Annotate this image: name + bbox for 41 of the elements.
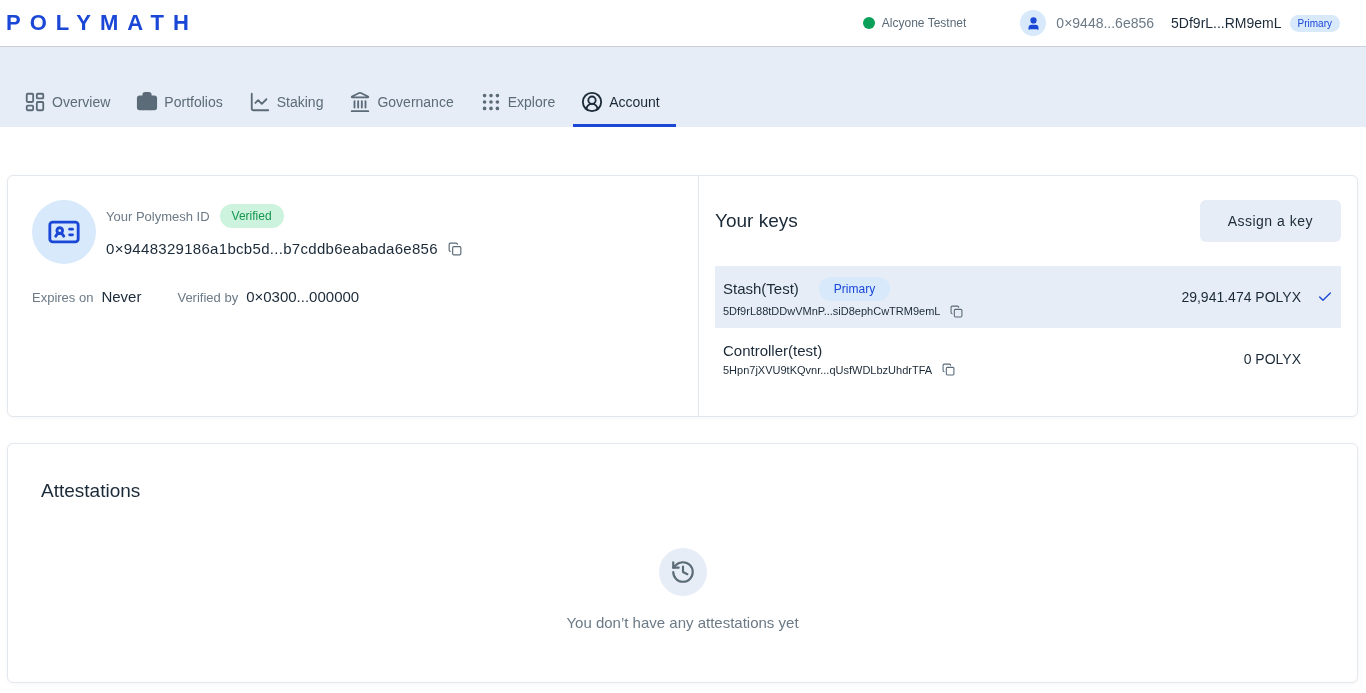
key-address: 5Hpn7jXVU9tKQvnr...qUsfWDLbzUhdrTFA [723,363,933,376]
key-balance: 29,941.474 POLYX [1181,289,1301,305]
account-key: 5Df9rL...RM9emL [1171,15,1282,31]
copy-icon[interactable] [950,304,964,318]
key-address: 5Df9rL88tDDwVMnP...siD8ephCwTRM9emL [723,305,941,317]
dashboard-icon [24,90,46,113]
nav-tab[interactable]: Account [573,87,676,127]
nav-tab[interactable]: Explore [471,87,572,127]
expires-label: Expires on [32,290,94,305]
empty-message: You don’t have any attestations yet [566,614,799,631]
primary-badge: Primary [818,276,891,301]
assign-key-button[interactable]: Assign a key [1199,200,1341,242]
verified-by-value: 0×0300...000000 [246,288,360,305]
attestations-title: Attestations [41,480,142,502]
briefcase-icon [136,90,159,113]
user-circle-icon [581,90,604,113]
primary-badge: Primary [1289,14,1340,32]
history-icon [658,548,707,596]
bank-icon [349,90,372,113]
id-label: Your Polymesh ID [106,208,210,224]
key-row[interactable]: Stash(Test) Primary 5Df9rL88tDDwVMnP...siD8ephCwTRM9emL 29,941.474 POLYX [715,266,1341,328]
copy-icon[interactable] [447,241,462,256]
verified-badge: Verified [219,204,284,228]
logo: POLYMATH [6,10,198,36]
keys-title: Your keys [715,210,798,232]
nav-tab[interactable]: Staking [240,87,340,127]
polymesh-id: 0×9448329186a1bcb5d...b7cddb6eabada6e856 [106,240,438,257]
key-name: Controller(test) [723,342,823,359]
nav-tab[interactable]: Governance [341,87,470,127]
verified-by-label: Verified by [177,290,239,305]
expires-value: Never [101,288,142,305]
key-balance: 0 POLYX [1243,351,1301,367]
user-icon[interactable] [1020,10,1047,36]
line-chart-icon [248,90,271,113]
copy-icon[interactable] [942,363,956,376]
key-row[interactable]: Controller(test) 5Hpn7jXVU9tKQvnr...qUsfWDLbzUhdrTFA 0 POLYX [715,328,1341,390]
network-name: Alcyone Testnet [881,16,967,30]
key-name: Stash(Test) [723,280,799,297]
nav-tab[interactable]: Portfolios [128,87,239,127]
account-did: 0×9448...6e856 [1056,15,1155,31]
nav-tab[interactable]: Overview [16,87,127,127]
